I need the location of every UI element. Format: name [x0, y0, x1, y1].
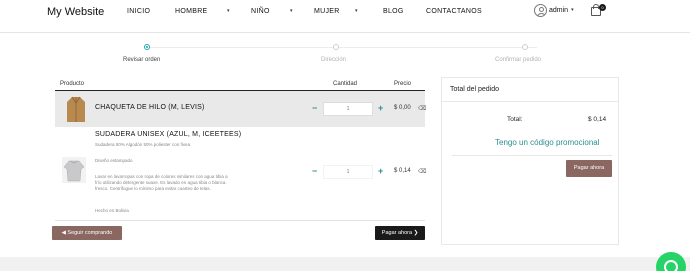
summary-divider [441, 101, 619, 102]
step-label-address: Dirección [321, 57, 347, 63]
quantity-input[interactable]: 1 [323, 165, 373, 179]
nav-item-contactanos[interactable]: CONTACTANOS [426, 8, 482, 15]
quantity-increase-button[interactable]: + [378, 103, 383, 113]
summary-divider [452, 155, 612, 156]
step-label-confirm: Confirmar pedido [495, 57, 542, 63]
column-header-quantity: Cantidad [333, 81, 358, 87]
nav-item-inicio[interactable]: INICIO [127, 8, 150, 15]
pay-now-button[interactable]: Pagar ahora ❯ [375, 226, 425, 240]
cart-count-badge: 0 [599, 4, 606, 11]
product-description-line: Diseño estampado [95, 158, 133, 163]
step-dot-confirm [522, 44, 528, 50]
product-price: $ 0,14 [394, 168, 411, 174]
footer-bar [0, 257, 690, 271]
product-name[interactable]: SUDADERA UNISEX (AZUL, M, ICEETEES) [95, 131, 241, 138]
mujer-dropdown-icon[interactable]: ▾ [355, 8, 358, 14]
continue-shopping-button[interactable]: ◀ Seguir comprando [52, 226, 122, 240]
table-bottom-line [55, 220, 425, 221]
product-price: $ 0,00 [394, 105, 411, 111]
nav-item-nino[interactable]: NIÑO [251, 8, 270, 15]
summary-pay-now-button[interactable]: Pagar ahora [566, 160, 612, 177]
product-description-line: fresco. Centrifugue lo mínimo para evita… [95, 186, 211, 191]
cart-button[interactable]: 0 [591, 4, 606, 16]
user-name: admin [549, 6, 569, 14]
hombre-dropdown-icon[interactable]: ▾ [227, 8, 230, 14]
chevron-down-icon: ▾ [571, 7, 574, 13]
step-dot-address [333, 44, 339, 50]
header-divider [0, 32, 690, 33]
product-image-sweatshirt[interactable] [62, 157, 86, 183]
total-label: Total: [507, 116, 523, 123]
product-name[interactable]: CHAQUETA DE HILO (M, LEVIS) [95, 104, 205, 111]
quantity-input[interactable]: 1 [323, 102, 373, 116]
promo-code-link[interactable]: Tengo un código promocional [495, 138, 600, 147]
top-navbar: My Website INICIO HOMBRE ▾ NIÑO ▾ MUJER … [0, 0, 690, 30]
quantity-increase-button[interactable]: + [378, 166, 383, 176]
whatsapp-icon[interactable] [656, 252, 686, 271]
nav-item-mujer[interactable]: MUJER [314, 8, 340, 15]
user-menu[interactable]: admin ▾ [534, 3, 574, 17]
product-description-line: Sudadera 50% Algodón 50% poliester con f… [95, 142, 191, 147]
step-dot-review [144, 44, 150, 50]
product-description-line: Hecho en Bolivia [95, 208, 129, 213]
column-header-price: Precio [394, 81, 412, 87]
step-label-review: Revisar orden [123, 57, 161, 63]
total-value: $ 0,14 [588, 116, 607, 123]
column-header-product: Producto [60, 81, 85, 87]
site-logo[interactable]: My Website [47, 6, 104, 18]
order-summary-title: Total del pedido [450, 86, 500, 93]
quantity-decrease-button[interactable]: − [312, 166, 317, 176]
trash-icon[interactable]: ⌫ [418, 105, 426, 112]
progress-line [147, 47, 537, 48]
user-icon [534, 3, 547, 17]
product-image-jacket[interactable] [66, 95, 86, 123]
nav-item-hombre[interactable]: HOMBRE [175, 8, 208, 15]
nav-item-blog[interactable]: BLOG [383, 8, 404, 15]
nino-dropdown-icon[interactable]: ▾ [290, 8, 293, 14]
quantity-decrease-button[interactable]: − [312, 103, 317, 113]
trash-icon[interactable]: ⌫ [418, 168, 426, 175]
